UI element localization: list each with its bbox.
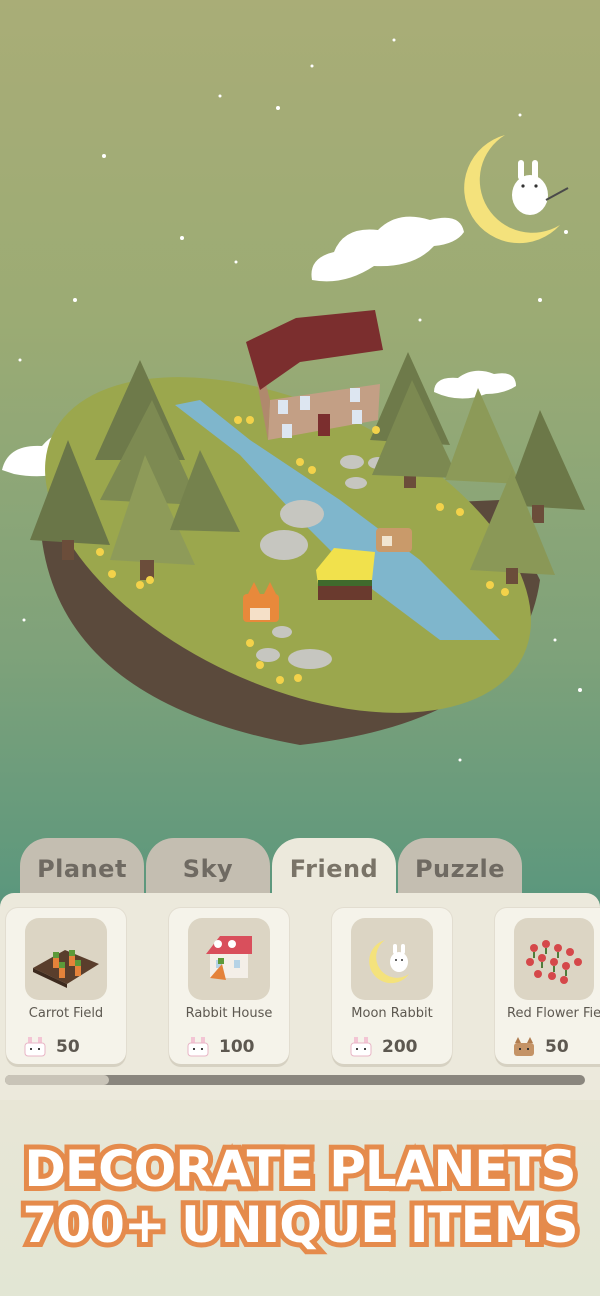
price-value: 50	[56, 1037, 80, 1057]
tab-label: Friend	[289, 855, 379, 883]
house[interactable]	[246, 310, 383, 440]
tab-friend[interactable]: Friend	[272, 838, 396, 900]
item-name: Carrot Field	[28, 1006, 104, 1021]
tab-planet[interactable]: Planet	[20, 838, 144, 900]
price-value: 100	[219, 1037, 255, 1057]
planet-scene[interactable]	[0, 0, 600, 840]
item-card-red-flower-field[interactable]: Red Flower Field 50	[495, 908, 600, 1064]
moon-rabbit	[464, 135, 569, 244]
rabbit-icon	[187, 1037, 209, 1057]
moon-rabbit-thumbnail	[351, 918, 433, 1000]
item-name: Red Flower Field	[507, 1006, 600, 1021]
item-price: 200	[348, 1036, 418, 1058]
tab-label: Puzzle	[414, 855, 506, 883]
cat-icon	[514, 1037, 534, 1056]
red-flower-field-thumbnail	[514, 918, 594, 1000]
price-value: 200	[382, 1037, 418, 1057]
item-card-rabbit-house[interactable]: Rabbit House 100	[169, 908, 289, 1064]
item-scrollbar[interactable]	[5, 1075, 585, 1085]
item-name: Rabbit House	[185, 1006, 273, 1021]
rabbit-icon	[350, 1037, 372, 1057]
item-card-moon-rabbit[interactable]: Moon Rabbit 200	[332, 908, 452, 1064]
tab-label: Sky	[182, 855, 234, 883]
tab-sky[interactable]: Sky	[146, 838, 270, 900]
tab-puzzle[interactable]: Puzzle	[398, 838, 522, 900]
item-card-carrot-field[interactable]: Carrot Field 50	[6, 908, 126, 1064]
headline-line-1: DECORATE PLANETS	[19, 1135, 581, 1203]
item-price: 50	[22, 1036, 80, 1058]
promo-banner: DECORATE PLANETS 700+ UNIQUE ITEMS	[0, 1100, 600, 1296]
headline-line-2: 700+ UNIQUE ITEMS	[17, 1191, 583, 1259]
rabbit-house-thumbnail	[188, 918, 270, 1000]
tab-label: Planet	[37, 855, 127, 883]
scrollbar-thumb[interactable]	[5, 1075, 110, 1085]
category-tabs: Planet Sky Friend Puzzle	[20, 838, 580, 900]
price-value: 50	[545, 1037, 569, 1057]
carrot-field-thumbnail	[25, 918, 107, 1000]
item-price: 50	[511, 1036, 569, 1058]
dog[interactable]	[376, 528, 412, 552]
rabbit-icon	[24, 1037, 46, 1057]
item-price: 100	[185, 1036, 255, 1058]
item-name: Moon Rabbit	[351, 1006, 433, 1021]
